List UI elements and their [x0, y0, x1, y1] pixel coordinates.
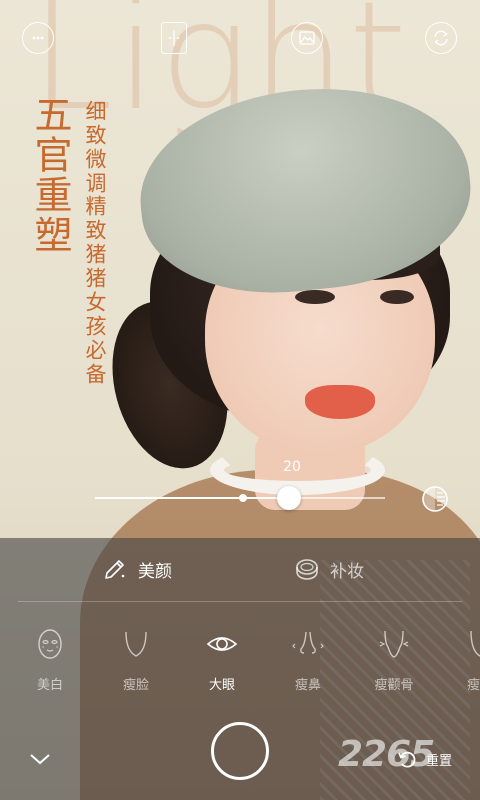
- chevron-down-icon[interactable]: [28, 750, 52, 768]
- slim-face-icon: [118, 626, 154, 662]
- cheekbone-icon: [376, 626, 412, 662]
- feature-label: 美白: [36, 678, 63, 693]
- tab-makeup[interactable]: 补妆: [294, 556, 364, 582]
- capture-button[interactable]: [211, 722, 269, 780]
- promo-line-2: 精致猪猪女孩必备: [83, 195, 107, 387]
- panel-tabs: 美颜 补妆: [0, 538, 480, 602]
- intensity-slider[interactable]: [95, 486, 385, 510]
- feature-slim-face[interactable]: 瘦脸: [106, 626, 166, 693]
- nose-icon: [290, 626, 326, 662]
- compare-toggle-icon[interactable]: [421, 485, 449, 513]
- reset-button[interactable]: 重置: [396, 748, 452, 770]
- gallery-icon[interactable]: [291, 22, 323, 54]
- promo-headline: 五官重塑: [28, 95, 72, 255]
- beauty-pen-icon: [105, 560, 125, 579]
- promo-line-1: 细致微调: [83, 100, 107, 196]
- menu-dots-icon[interactable]: [22, 22, 54, 54]
- slider-value: 20: [283, 459, 301, 475]
- tab-beauty-label: 美颜: [138, 561, 172, 582]
- slider-fill: [95, 497, 290, 499]
- feature-slim-nose[interactable]: 瘦鼻: [278, 626, 338, 693]
- bottom-controls: 2265 重置: [0, 718, 480, 798]
- chin-icon: [462, 626, 480, 662]
- feature-slim-cheekbone[interactable]: 瘦颧骨: [364, 626, 424, 693]
- feature-label: 瘦下: [466, 678, 480, 693]
- tab-divider: [18, 601, 462, 602]
- slider-default-marker: [239, 494, 247, 502]
- eye-icon: [204, 626, 240, 662]
- compare-frame-icon[interactable]: [161, 22, 187, 54]
- compact-icon: [296, 559, 318, 580]
- tab-makeup-label: 补妆: [330, 561, 364, 582]
- reset-icon: [398, 751, 416, 768]
- feature-list: 美白 瘦脸 大眼 瘦鼻 瘦颧骨 瘦: [0, 626, 480, 696]
- face-mask-icon: [32, 626, 68, 662]
- feature-label: 大眼: [208, 678, 235, 693]
- tab-beauty[interactable]: 美颜: [102, 556, 172, 582]
- beauty-panel: 美颜 补妆 美白 瘦脸 大眼 瘦鼻 瘦颧骨 瘦 2265 重置: [0, 538, 480, 800]
- reset-label: 重置: [426, 753, 453, 769]
- feature-label: 瘦鼻: [294, 678, 321, 693]
- feature-big-eyes[interactable]: 大眼: [192, 626, 252, 693]
- feature-slim-chin[interactable]: 瘦下: [450, 626, 480, 693]
- switch-camera-icon[interactable]: [425, 22, 457, 54]
- feature-whitening[interactable]: 美白: [20, 626, 80, 693]
- feature-label: 瘦颧骨: [374, 678, 414, 693]
- feature-label: 瘦脸: [122, 678, 149, 693]
